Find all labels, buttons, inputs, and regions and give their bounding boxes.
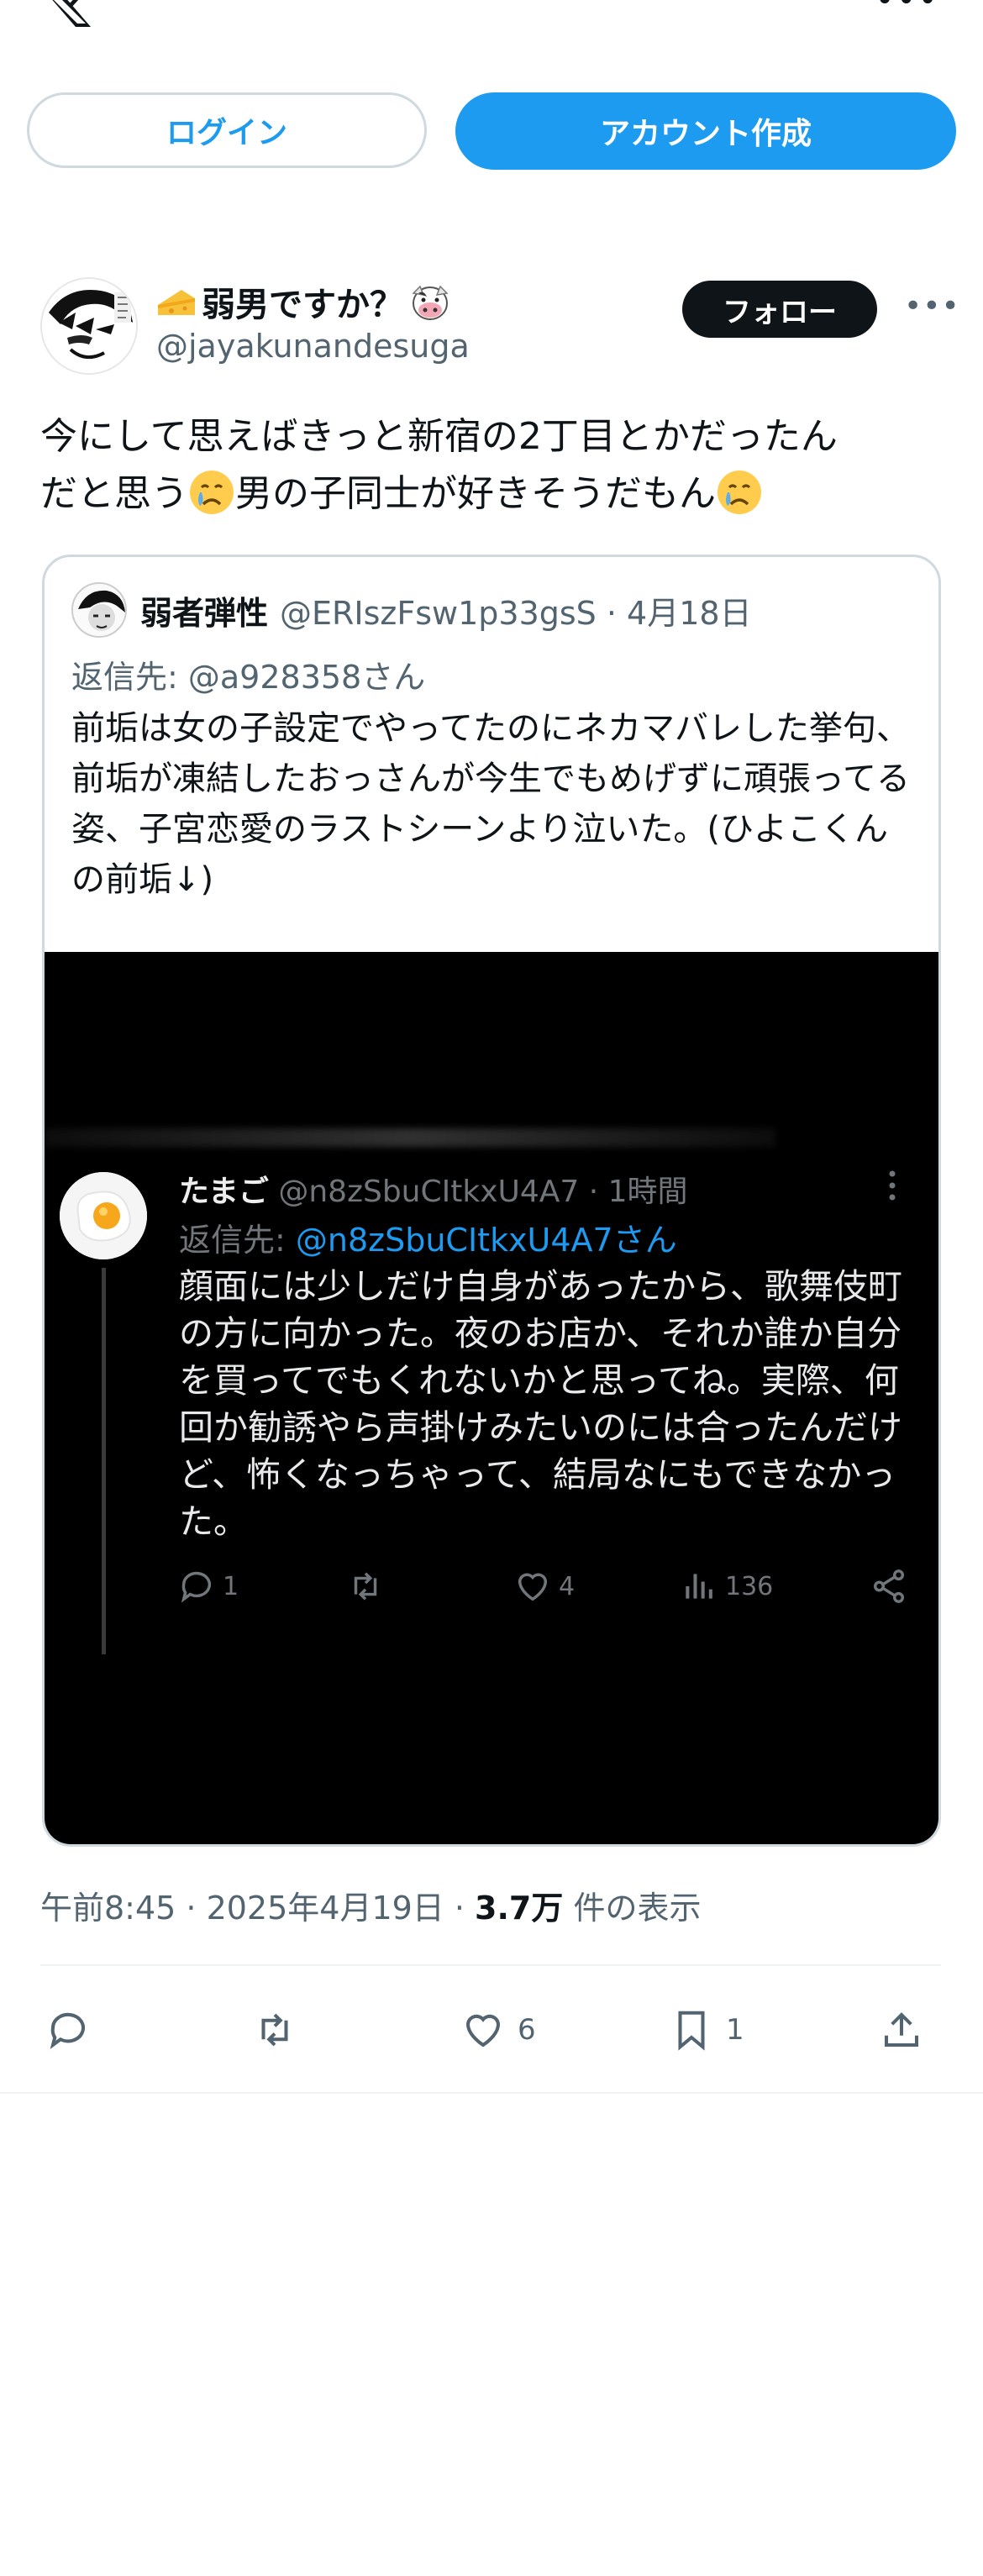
x-logo-icon[interactable]	[40, 0, 94, 27]
quoted-author-name: 弱者弾性	[140, 594, 269, 632]
bookmark-button[interactable]: 1	[669, 2005, 744, 2055]
share-button[interactable]	[879, 2005, 924, 2055]
like-count: 6	[518, 2013, 536, 2047]
image-like-action: 4	[513, 1565, 575, 1607]
author-avatar[interactable]	[40, 277, 138, 375]
follow-button[interactable]: フォロー	[682, 281, 877, 338]
image-reply-prefix: 返信先:	[179, 1222, 296, 1259]
post-actions: 6 1	[40, 2005, 941, 2055]
post-text: 今にして思えばきっと新宿の2丁目とかだったん だと思う 男の子同士が好きそうだもん	[40, 408, 941, 523]
post-timestamp[interactable]: 午前8:45 · 2025年4月19日 ·	[40, 1890, 475, 1927]
reply-icon	[50, 2012, 86, 2050]
signup-button[interactable]: アカウント作成	[455, 92, 956, 170]
author-name: 弱男ですか？	[202, 286, 403, 324]
image-tweet-text: 顔面には少しだけ自身があったから、歌舞伎町の方に向かった。夜のお店か、それか誰か…	[179, 1266, 902, 1542]
quoted-author-handle-date: @ERIszFsw1p33gsS · 4月18日	[280, 594, 752, 632]
retweet-button[interactable]	[252, 2005, 297, 2055]
login-button[interactable]: ログイン	[27, 92, 427, 168]
quoted-reply-to: 返信先: @a928358さん	[71, 659, 426, 696]
image-reply-count: 1	[223, 1571, 239, 1601]
more-options-icon[interactable]: •••	[875, 0, 939, 17]
author-name-row[interactable]: 弱男ですか？	[156, 279, 470, 324]
crying-face-emoji-icon	[190, 471, 234, 514]
image-blur-band	[45, 1128, 775, 1147]
heart-icon	[518, 1573, 548, 1601]
retweet-icon	[354, 1572, 377, 1601]
views-count: 3.7万	[475, 1890, 564, 1927]
auth-buttons: ログイン アカウント作成	[27, 92, 956, 170]
views-label: 件の表示	[563, 1890, 702, 1927]
quoted-post-image[interactable]: たまご @n8zSbuCItkxU4A7 · 1時間 返信先: @n8zSbuC…	[45, 952, 938, 1844]
image-tweet-actions: 1 4 136	[177, 1565, 917, 1607]
cheese-emoji-icon	[158, 290, 195, 315]
image-more-icon	[889, 1170, 896, 1201]
retweet-icon	[261, 2013, 288, 2047]
cow-emoji-icon	[412, 285, 449, 320]
post-meta: 午前8:45 · 2025年4月19日 · 3.7万 件の表示	[40, 1882, 701, 1928]
image-like-count: 4	[559, 1571, 576, 1601]
reply-button[interactable]	[45, 2005, 91, 2055]
image-view-count: 136	[725, 1571, 774, 1601]
quoted-post-text: 前垢は女の子設定でやってたのにネカマバレした挙句、前垢が凍結したおっさんが今生で…	[71, 709, 910, 899]
image-retweet-action	[345, 1565, 386, 1607]
bookmark-count: 1	[726, 2013, 744, 2047]
bookmark-icon	[678, 2011, 705, 2051]
like-button[interactable]: 6	[460, 2005, 536, 2055]
image-views-action: 136	[681, 1565, 773, 1607]
views-icon	[686, 1574, 712, 1599]
share-icon	[873, 1569, 905, 1603]
reply-icon	[181, 1571, 212, 1603]
image-reply-action: 1	[177, 1565, 239, 1607]
quoted-post-header: 弱者弾性 @ERIszFsw1p33gsS · 4月18日	[71, 582, 752, 638]
egg-avatar	[60, 1172, 147, 1259]
upload-share-icon	[884, 2012, 919, 2048]
image-tweet-meta: @n8zSbuCItkxU4A7 · 1時間	[268, 1175, 688, 1209]
quoted-author-avatar	[71, 582, 127, 638]
post-text-line1: 今にして思えばきっと新宿の2丁目とかだったん	[40, 415, 838, 458]
divider	[40, 1964, 941, 1966]
image-reply-to: 返信先: @n8zSbuCItkxU4A7さん	[179, 1214, 677, 1260]
author-handle[interactable]: @jayakunandesuga	[156, 328, 470, 365]
thread-line	[102, 1268, 106, 1654]
author-block: 弱男ですか？ @jayakunandesuga	[156, 279, 470, 365]
post-text-line2b: 男の子同士が好きそうだもん	[235, 472, 716, 515]
post-more-icon[interactable]: •••	[904, 289, 960, 323]
top-bar: •••	[0, 0, 983, 50]
crying-face-emoji-icon	[718, 471, 761, 514]
post-text-line2a: だと思う	[40, 472, 188, 515]
image-reply-link: @n8zSbuCItkxU4A7さん	[295, 1222, 677, 1259]
quoted-post[interactable]: 弱者弾性 @ERIszFsw1p33gsS · 4月18日 返信先: @a928…	[42, 555, 941, 1847]
image-share-action	[870, 1565, 908, 1607]
image-tweet-name: たまご	[179, 1175, 269, 1209]
image-tweet-header: たまご @n8zSbuCItkxU4A7 · 1時間	[179, 1167, 688, 1211]
heart-icon	[465, 2014, 501, 2048]
divider	[0, 2092, 983, 2094]
